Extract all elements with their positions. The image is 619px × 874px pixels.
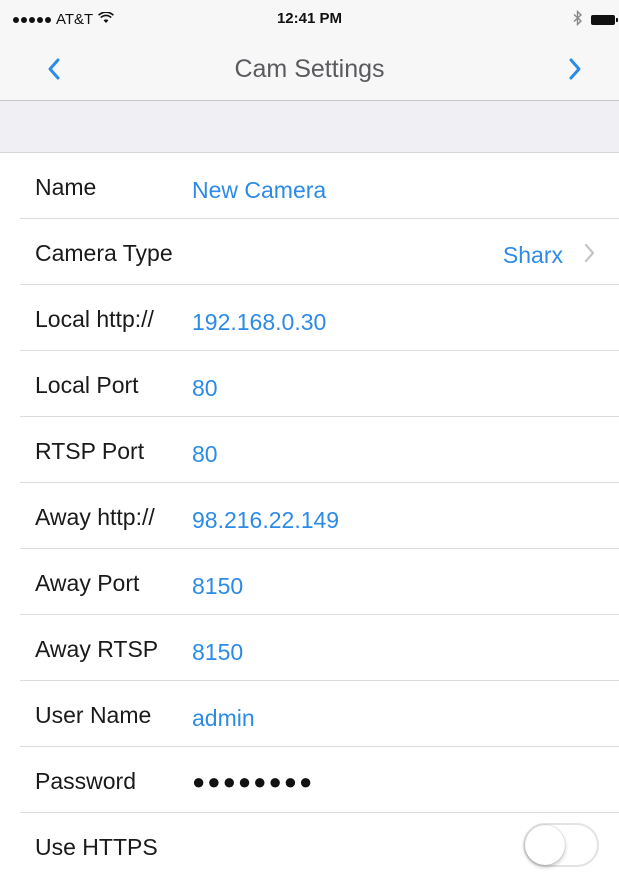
away-http-label: Away http://: [35, 504, 155, 530]
away-port-row[interactable]: Away Port 8150: [0, 549, 619, 615]
camera-type-label: Camera Type: [35, 240, 173, 266]
user-name-row[interactable]: User Name admin: [0, 681, 619, 747]
name-label: Name: [35, 174, 97, 200]
use-https-label: Use HTTPS: [35, 834, 158, 860]
camera-type-row[interactable]: Camera Type Sharx: [0, 219, 619, 285]
user-name-field[interactable]: admin: [192, 705, 255, 732]
rtsp-port-field[interactable]: 80: [192, 441, 218, 468]
page-title: Cam Settings: [234, 55, 385, 83]
away-rtsp-field[interactable]: 8150: [192, 639, 243, 666]
section-header-spacer: [0, 101, 619, 153]
status-right: [573, 9, 618, 30]
settings-list: Name New Camera Camera Type Sharx Local …: [0, 153, 619, 874]
battery-icon: [591, 15, 618, 25]
local-http-row[interactable]: Local http:// 192.168.0.30: [0, 285, 619, 351]
password-field[interactable]: ●●●●●●●●: [192, 769, 314, 795]
chevron-right-icon: [584, 243, 595, 263]
local-http-field[interactable]: 192.168.0.30: [192, 309, 326, 336]
forward-button[interactable]: [555, 53, 595, 85]
navigation-bar: Cam Settings: [0, 38, 619, 100]
bluetooth-icon: [573, 9, 583, 30]
use-https-toggle[interactable]: [523, 823, 599, 867]
local-port-row[interactable]: Local Port 80: [0, 351, 619, 417]
local-port-label: Local Port: [35, 372, 139, 398]
rtsp-port-row[interactable]: RTSP Port 80: [0, 417, 619, 483]
cam-settings-screen: AT&T 12:41 PM Cam Settings Name New Came…: [0, 0, 619, 874]
away-http-field[interactable]: 98.216.22.149: [192, 507, 339, 534]
away-http-row[interactable]: Away http:// 98.216.22.149: [0, 483, 619, 549]
rtsp-port-label: RTSP Port: [35, 438, 145, 464]
status-bar: AT&T 12:41 PM: [0, 0, 619, 38]
top-bar: AT&T 12:41 PM Cam Settings: [0, 0, 619, 101]
chevron-right-icon: [569, 58, 581, 80]
away-port-field[interactable]: 8150: [192, 573, 243, 600]
user-name-label: User Name: [35, 702, 152, 728]
name-row[interactable]: Name New Camera: [0, 153, 619, 219]
use-https-row: Use HTTPS: [0, 813, 619, 874]
away-rtsp-label: Away RTSP: [35, 636, 159, 662]
away-rtsp-row[interactable]: Away RTSP 8150: [0, 615, 619, 681]
password-label: Password: [35, 768, 136, 794]
local-http-label: Local http://: [35, 306, 154, 332]
name-field[interactable]: New Camera: [192, 177, 326, 204]
password-row[interactable]: Password ●●●●●●●●: [0, 747, 619, 813]
local-port-field[interactable]: 80: [192, 375, 218, 402]
toggle-knob: [525, 825, 565, 865]
status-time: 12:41 PM: [276, 10, 343, 27]
away-port-label: Away Port: [35, 570, 140, 596]
camera-type-value[interactable]: Sharx: [503, 242, 563, 269]
